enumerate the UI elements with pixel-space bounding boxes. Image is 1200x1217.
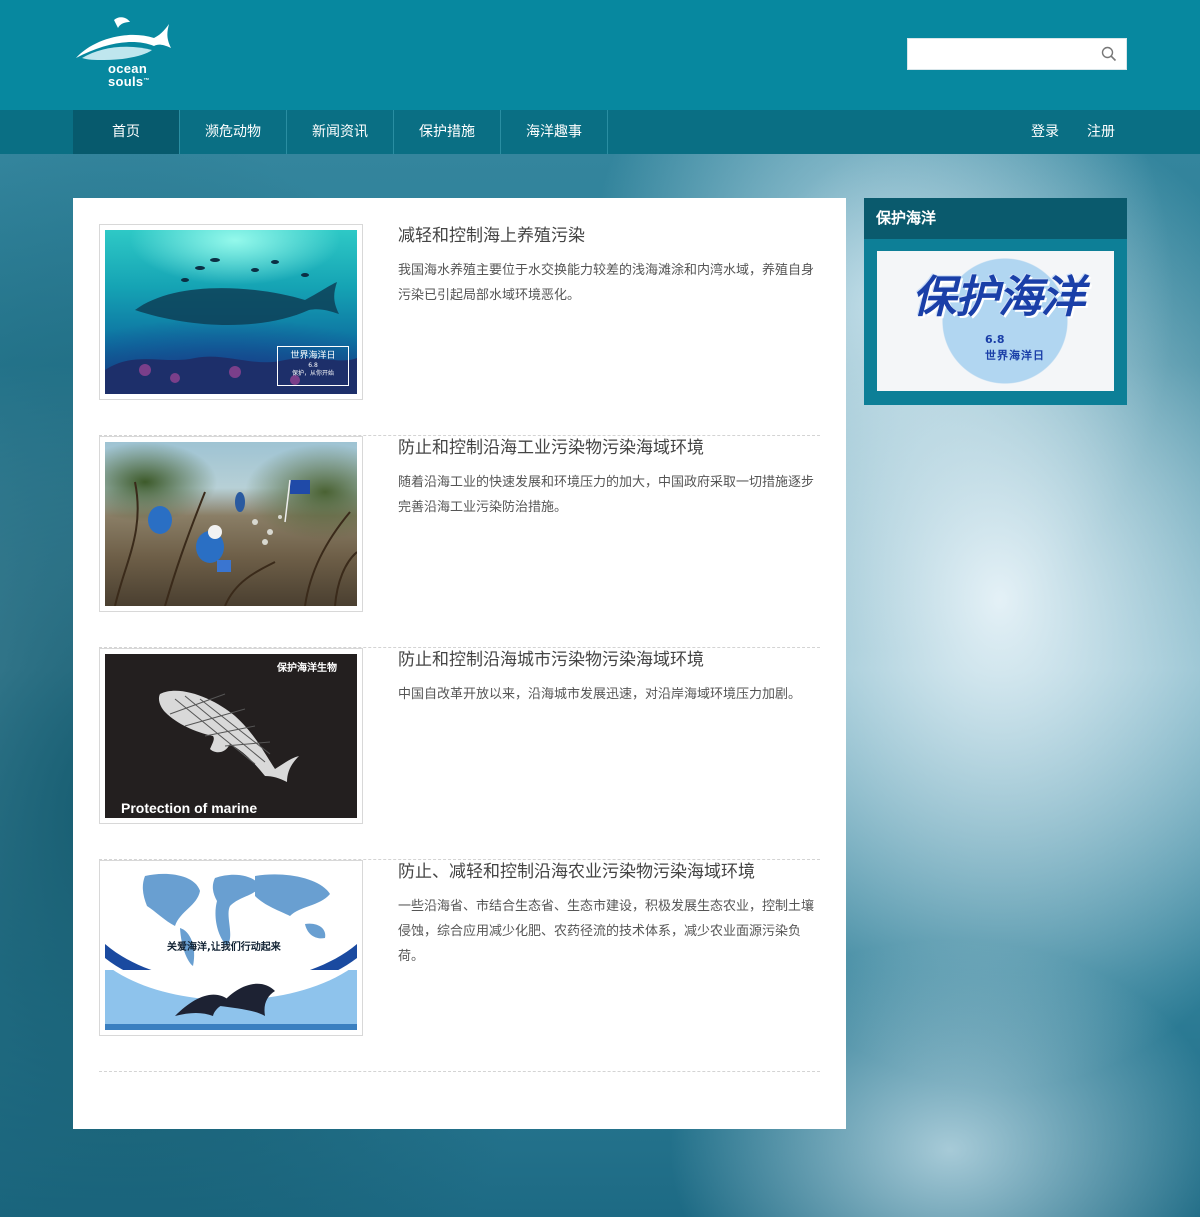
site-logo[interactable]: ocean souls™: [74, 16, 174, 92]
article-summary: 我国海水养殖主要位于水交换能力较差的浅海滩涂和内湾水域，养殖自身污染已引起局部水…: [398, 263, 815, 303]
sidebar-protect-ocean: 保护海洋 保护海洋 6.8 世界海洋日: [864, 198, 1127, 405]
thumb-caption: 关爱海洋,让我们行动起来: [167, 942, 281, 953]
site-header: ocean souls™: [0, 0, 1200, 110]
sidebar-banner[interactable]: 保护海洋 6.8 世界海洋日: [877, 251, 1114, 391]
article-item: 防止和控制沿海工业污染物污染海域环境 随着沿海工业的快速发展和环境压力的加大，中…: [99, 436, 820, 648]
register-link[interactable]: 注册: [1087, 110, 1115, 154]
search-box: [907, 38, 1127, 70]
search-icon[interactable]: [1101, 46, 1117, 62]
nav-item-home[interactable]: 首页: [73, 110, 180, 154]
article-title[interactable]: 减轻和控制海上养殖污染: [398, 224, 820, 248]
article-summary: 中国自改革开放以来，沿海城市发展迅速，对沿岸海域环境压力加剧。: [398, 687, 802, 702]
nav-item-news[interactable]: 新闻资讯: [287, 110, 394, 154]
article-item: 保护海洋生物 Protection of marine 防止和控制沿海城市污染物…: [99, 648, 820, 860]
beach-cleanup-photo: [114, 479, 357, 606]
article-summary: 随着沿海工业的快速发展和环境压力的加大，中国政府采取一切措施逐步完善沿海工业污染…: [398, 475, 815, 515]
article-item: 世界海洋日 6.8 保护，从你开始 减轻和控制海上养殖污染 我国海水养殖主要位于…: [99, 224, 820, 436]
logo-word-souls: souls: [108, 74, 144, 89]
banner-title: 保护海洋: [912, 272, 1085, 323]
banner-subtitle: 世界海洋日: [985, 349, 1045, 362]
article-thumbnail[interactable]: 关爱海洋,让我们行动起来: [99, 860, 363, 1036]
thumb-caption: 世界海洋日: [290, 351, 336, 361]
article-list: 世界海洋日 6.8 保护，从你开始 减轻和控制海上养殖污染 我国海水养殖主要位于…: [73, 198, 846, 1129]
article-title[interactable]: 防止和控制沿海城市污染物污染海域环境: [398, 648, 820, 672]
article-item: 关爱海洋,让我们行动起来 防止、减轻和控制沿海农业污染物污染海域环境 一些沿海省…: [99, 860, 820, 1072]
netted-dolphin-illustration: [158, 690, 299, 782]
nav-item-ocean-stories[interactable]: 海洋趣事: [501, 110, 608, 154]
banner-date: 6.8: [985, 333, 1005, 346]
article-thumbnail[interactable]: 保护海洋生物 Protection of marine: [99, 648, 363, 824]
search-input[interactable]: [908, 39, 1093, 69]
nav-item-protection[interactable]: 保护措施: [394, 110, 501, 154]
thumb-caption-date: 6.8: [308, 362, 318, 369]
thumb-caption: Protection of marine: [121, 800, 258, 816]
article-title[interactable]: 防止和控制沿海工业污染物污染海域环境: [398, 436, 820, 460]
logo-text: ocean souls™: [108, 62, 150, 88]
article-thumbnail[interactable]: [99, 436, 363, 612]
world-ocean-day-label: 世界海洋日 6.8 保护，从你开始: [277, 346, 349, 386]
login-link[interactable]: 登录: [1031, 110, 1059, 154]
article-thumbnail[interactable]: 世界海洋日 6.8 保护，从你开始: [99, 224, 363, 400]
main-nav: 首页 濒危动物 新闻资讯 保护措施 海洋趣事 登录 注册: [0, 110, 1200, 154]
sidebar-title: 保护海洋: [864, 198, 1127, 239]
logo-trademark: ™: [143, 78, 150, 84]
article-title[interactable]: 防止、减轻和控制沿海农业污染物污染海域环境: [398, 860, 820, 884]
nav-item-endangered[interactable]: 濒危动物: [180, 110, 287, 154]
thumb-caption-sub: 保护，从你开始: [291, 370, 334, 377]
article-summary: 一些沿海省、市结合生态省、生态市建设，积极发展生态农业，控制土壤侵蚀，综合应用减…: [398, 899, 815, 964]
